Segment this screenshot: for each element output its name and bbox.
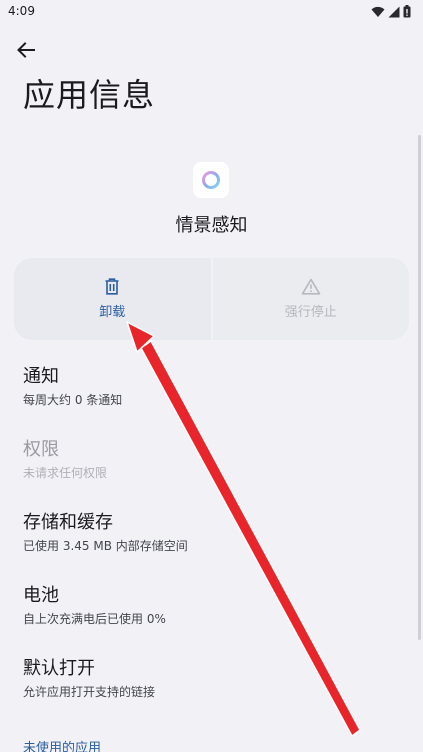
app-icon bbox=[193, 162, 229, 198]
open-by-default-item[interactable]: 默认打开 允许应用打开支持的链接 bbox=[0, 657, 423, 701]
battery-item[interactable]: 电池 自上次充满电后已使用 0% bbox=[0, 584, 423, 628]
unused-apps-section-header: 未使用的应用 bbox=[23, 741, 102, 752]
notifications-title: 通知 bbox=[23, 366, 59, 387]
storage-cache-item[interactable]: 存储和缓存 已使用 3.45 MB 内部存储空间 bbox=[0, 511, 423, 555]
battery-icon bbox=[403, 5, 411, 18]
ring-app-icon bbox=[202, 171, 220, 189]
force-stop-label: 强行停止 bbox=[284, 305, 337, 320]
uninstall-button[interactable]: 卸载 bbox=[14, 258, 211, 340]
status-icons bbox=[371, 5, 411, 18]
wifi-icon bbox=[371, 6, 385, 17]
app-info-screen: 4:09 应用信息 情景感知 卸载 强行停止 通知 每周大约 0 条通知 权限 … bbox=[0, 0, 423, 752]
app-name: 情景感知 bbox=[175, 215, 248, 236]
battery-title: 电池 bbox=[23, 585, 59, 606]
open-by-default-title: 默认打开 bbox=[23, 658, 95, 679]
status-bar: 4:09 bbox=[0, 0, 423, 24]
uninstall-label: 卸载 bbox=[99, 305, 126, 320]
warning-icon bbox=[301, 278, 321, 295]
force-stop-button[interactable]: 强行停止 bbox=[212, 258, 409, 340]
action-buttons: 卸载 强行停止 bbox=[14, 258, 409, 340]
battery-subtitle: 自上次充满电后已使用 0% bbox=[23, 612, 166, 626]
permissions-subtitle: 未请求任何权限 bbox=[23, 466, 108, 480]
notifications-subtitle: 每周大约 0 条通知 bbox=[23, 393, 123, 407]
open-by-default-subtitle: 允许应用打开支持的链接 bbox=[23, 685, 156, 699]
permissions-title: 权限 bbox=[23, 439, 59, 460]
storage-cache-subtitle: 已使用 3.45 MB 内部存储空间 bbox=[23, 539, 188, 553]
back-button[interactable] bbox=[12, 36, 40, 64]
permissions-item[interactable]: 权限 未请求任何权限 bbox=[0, 438, 423, 482]
signal-icon bbox=[388, 6, 400, 17]
status-time: 4:09 bbox=[8, 4, 35, 18]
storage-cache-title: 存储和缓存 bbox=[23, 512, 113, 533]
notifications-item[interactable]: 通知 每周大约 0 条通知 bbox=[0, 365, 423, 409]
arrow-back-icon bbox=[17, 42, 35, 58]
trash-icon bbox=[105, 278, 119, 295]
page-title: 应用信息 bbox=[23, 76, 156, 114]
